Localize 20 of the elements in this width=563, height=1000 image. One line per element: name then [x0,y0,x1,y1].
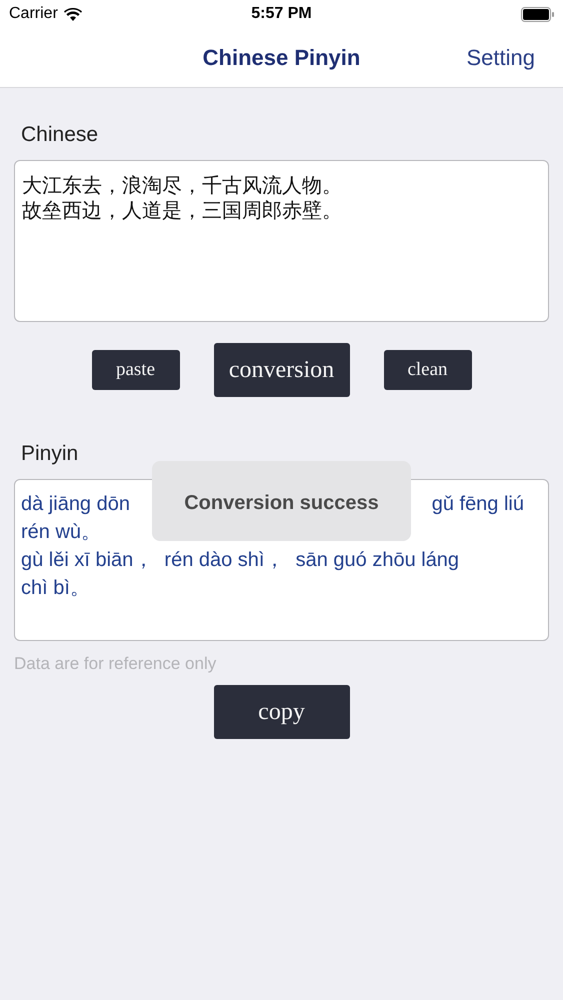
chinese-label: Chinese [21,122,98,148]
carrier-text: Carrier [9,4,58,24]
action-button[interactable]: paste [92,350,180,390]
pinyin-text: rén wù。 [21,520,102,545]
pinyin-text: gù lěi xī biān， rén dào shì， sān guó zhōu láng [21,548,460,573]
nav-title: Chinese Pinyin [202,44,360,72]
setting-button[interactable]: Setting [466,41,535,74]
wifi-icon [64,8,82,20]
clock-text: 5:57 PM [251,4,312,24]
pinyin-text: chì bì。 [21,576,91,601]
pinyin-label: Pinyin [21,441,78,468]
action-button[interactable]: conversion [214,343,350,397]
battery-icon [521,6,554,22]
pinyin-text: gǔ fēng liú [432,492,524,517]
action-button[interactable]: clean [384,350,472,390]
copy-button[interactable]: copy [214,685,350,739]
chinese-input-field[interactable]: 大江东去，浪淘尽，千古风流人物。 故垒西边，人道是，三国周郎赤壁。 [14,160,549,322]
pinyin-text: dà jiāng dōn [21,492,130,517]
toast-message: Conversion success [184,491,379,515]
disclaimer-text: Data are for reference only [14,653,216,676]
